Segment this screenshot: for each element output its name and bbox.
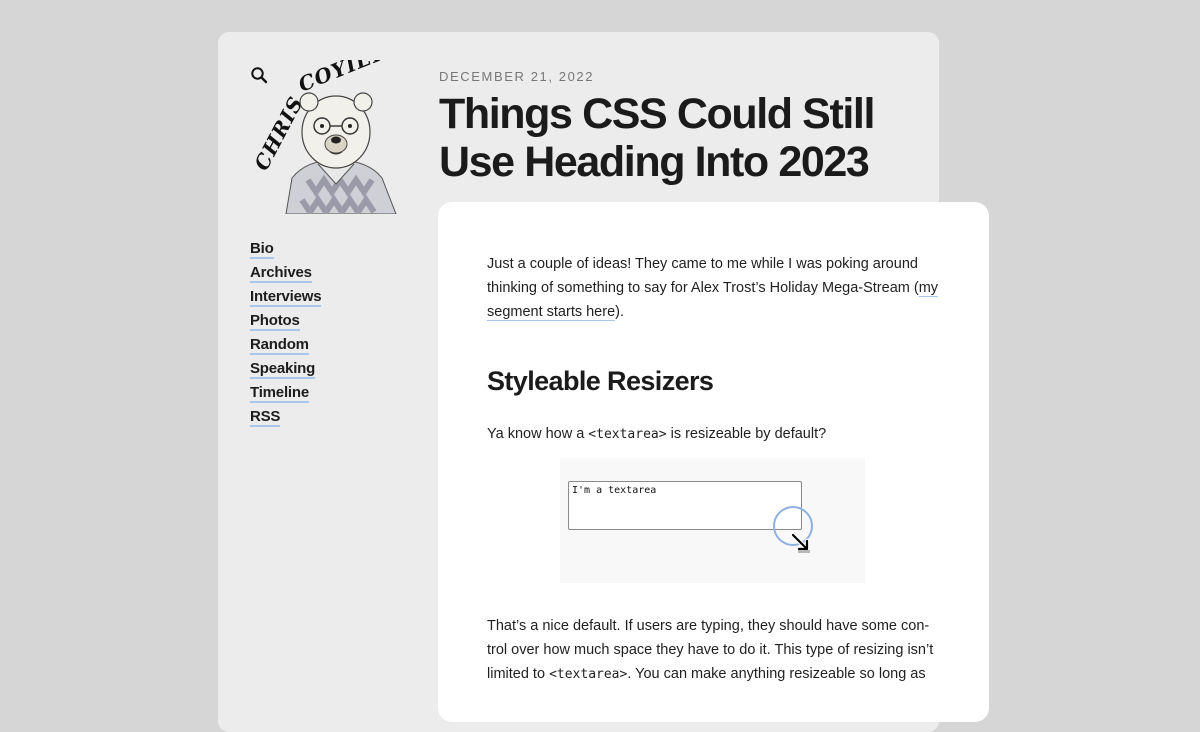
textarea-demo-figure: I'm a textarea	[560, 458, 865, 583]
p3-line2: trol over how much space they have to do…	[487, 642, 934, 658]
article-intro: Just a couple of ideas! They came to me …	[487, 252, 942, 324]
intro-paragraph: Just a couple of ideas! They came to me …	[487, 252, 942, 324]
nav-item-timeline: Timeline	[250, 383, 321, 407]
nav-link-speaking[interactable]: Speaking	[250, 360, 315, 379]
resize-cursor-icon	[790, 532, 810, 553]
nav-link-photos[interactable]: Photos	[250, 312, 300, 331]
p3-line1: That’s a nice default. If users are typi…	[487, 618, 930, 634]
nav-item-rss: RSS	[250, 407, 321, 431]
nav-item-bio: Bio	[250, 239, 321, 263]
nav-link-archives[interactable]: Archives	[250, 264, 312, 283]
post-title: Things CSS Could Still Use Heading Into …	[439, 90, 875, 186]
textarea-paragraph: Ya know how a <textarea> is resizeable b…	[487, 422, 826, 447]
nav-item-archives: Archives	[250, 263, 321, 287]
p3-text-end: . You can make anything resizeable so lo…	[627, 666, 926, 682]
resizing-paragraph: That’s a nice default. If users are typi…	[487, 614, 942, 687]
intro-text: Just a couple of ideas! They came to me …	[487, 256, 919, 296]
search-icon[interactable]	[250, 66, 268, 84]
nav-link-timeline[interactable]: Timeline	[250, 384, 309, 403]
site-logo[interactable]: CHRIS COYIER	[246, 60, 412, 214]
p2-code: <textarea>	[588, 427, 667, 442]
demo-textarea[interactable]: I'm a textarea	[568, 481, 802, 530]
p3-code: <textarea>	[549, 667, 628, 682]
nav-link-bio[interactable]: Bio	[250, 240, 274, 259]
nav-item-photos: Photos	[250, 311, 321, 335]
nav-link-random[interactable]: Random	[250, 336, 309, 355]
p2-text-end: is resizeable by default?	[666, 426, 827, 442]
nav-item-interviews: Interviews	[250, 287, 322, 311]
nav-item-random: Random	[250, 335, 321, 359]
intro-text-end: ).	[615, 304, 625, 320]
section-heading: Styleable Resizers	[487, 366, 714, 396]
p2-text: Ya know how a	[487, 426, 589, 442]
svg-text:COYIER: COYIER	[295, 60, 392, 97]
nav-link-interviews[interactable]: Interviews	[250, 288, 322, 307]
p3-text: limited to	[487, 666, 550, 682]
nav-link-rss[interactable]: RSS	[250, 408, 280, 427]
nav-item-speaking: Speaking	[250, 359, 321, 383]
sidebar-nav: Bio Archives Interviews Photos Random Sp…	[250, 239, 322, 431]
post-date: DECEMBER 21, 2022	[439, 69, 595, 84]
svg-text:CHRIS: CHRIS	[249, 92, 308, 174]
